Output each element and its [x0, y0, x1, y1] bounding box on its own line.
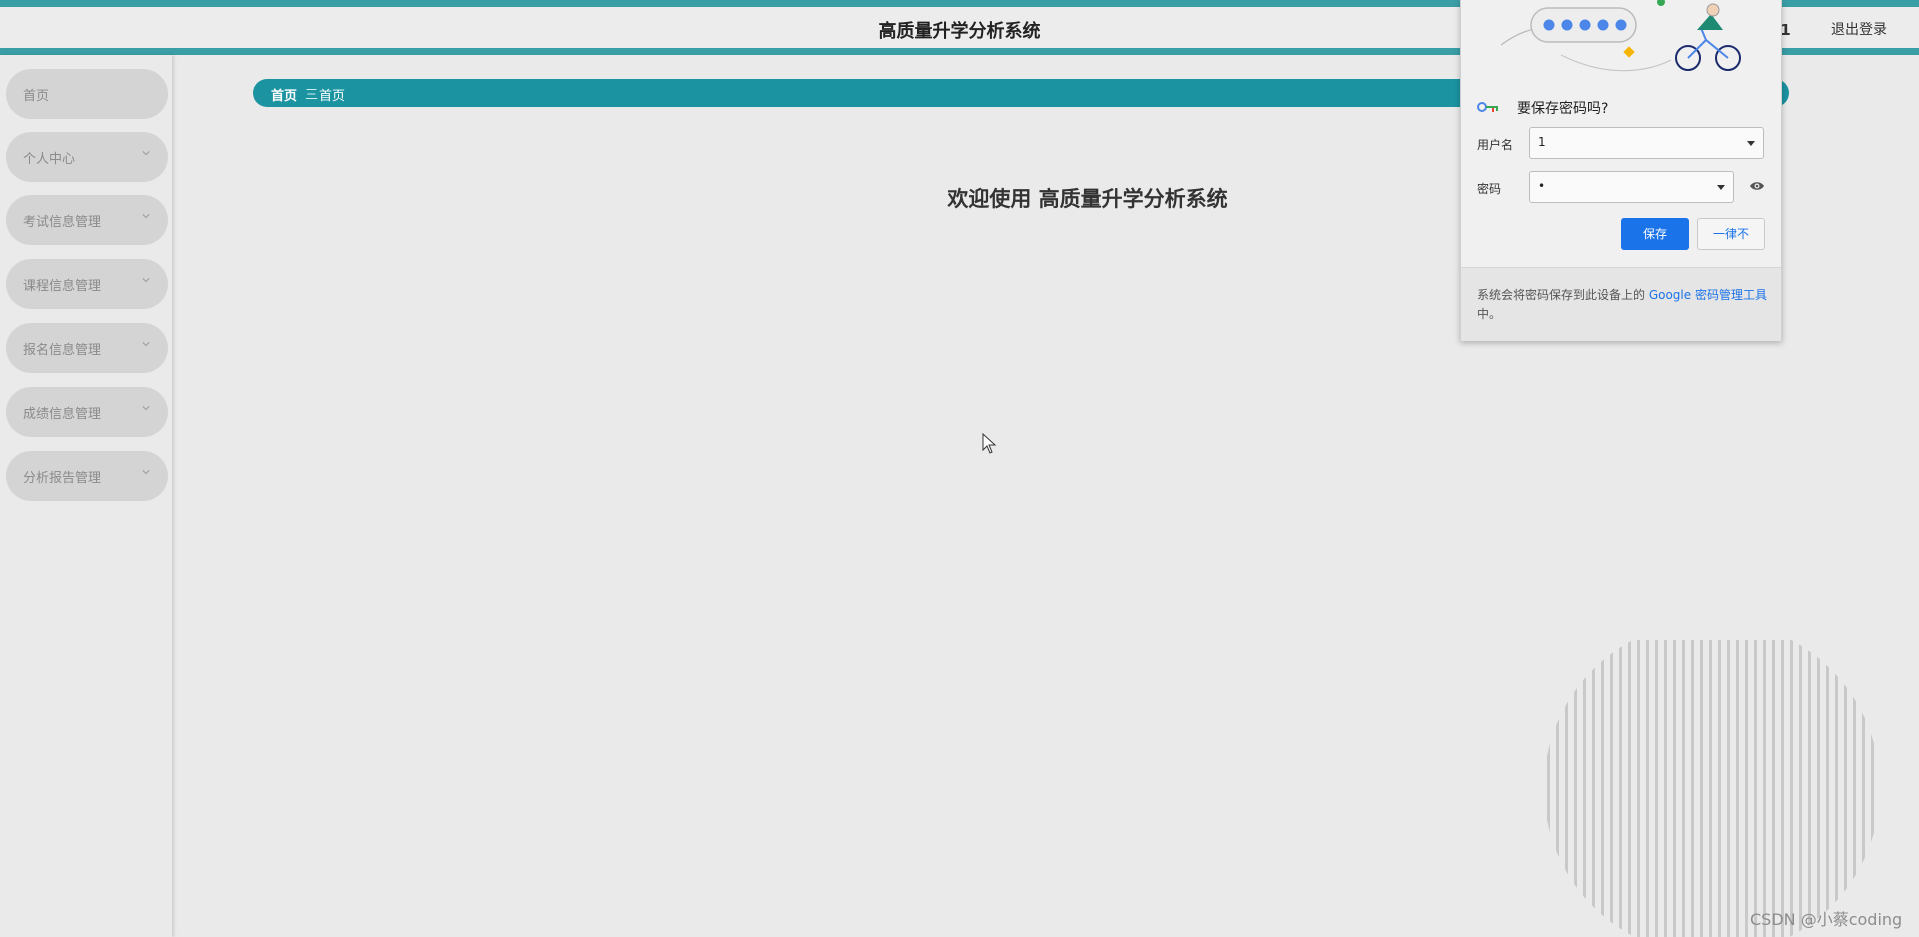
sidebar-item-label: 首页 — [23, 89, 50, 104]
chevron-down-icon — [142, 342, 150, 347]
sidebar-item-label: 考试信息管理 — [23, 215, 102, 230]
mouse-cursor-icon — [982, 433, 997, 454]
chevron-down-icon — [142, 151, 150, 156]
sidebar-item-registration-info[interactable]: 报名信息管理 — [6, 323, 168, 373]
dialog-footer-text: 系统会将密码保存到此设备上的 Google 密码管理工具中。 — [1477, 286, 1769, 324]
footer-text: 系统会将密码保存到此设备上的 — [1477, 288, 1649, 302]
sidebar-item-label: 课程信息管理 — [23, 279, 102, 294]
password-label: 密码 — [1477, 182, 1502, 196]
sidebar-item-personal-center[interactable]: 个人中心 — [6, 132, 168, 182]
sidebar-item-analysis-report[interactable]: 分析报告管理 — [6, 451, 168, 501]
sidebar-item-home[interactable]: 首页 — [6, 69, 168, 119]
eye-icon[interactable] — [1749, 180, 1765, 192]
sidebar-item-label: 成绩信息管理 — [23, 407, 102, 422]
key-icon — [1477, 102, 1498, 112]
password-illustration-icon — [1501, 0, 1741, 72]
dropdown-caret-icon — [1717, 185, 1725, 190]
username-select[interactable]: 1 — [1529, 127, 1764, 159]
logout-button[interactable]: 退出登录 — [1831, 19, 1887, 39]
dialog-title: 要保存密码吗? — [1517, 101, 1609, 117]
breadcrumb-separator: 三 — [305, 88, 319, 103]
chevron-down-icon — [142, 214, 150, 219]
breadcrumb-root-link[interactable]: 首页 — [271, 85, 297, 104]
chevron-down-icon — [142, 278, 150, 283]
password-value: • — [1538, 179, 1546, 193]
never-save-button[interactable]: 一律不 — [1697, 218, 1765, 250]
chevron-down-icon — [142, 406, 150, 411]
save-password-dialog: 要保存密码吗? 用户名 1 密码 • 保存 一律不 系统会将密码保存到此设备上的… — [1460, 0, 1782, 341]
sidebar-item-label: 个人中心 — [23, 152, 76, 167]
username-value: 1 — [1538, 135, 1546, 149]
chevron-down-icon — [142, 470, 150, 475]
sidebar-item-course-info[interactable]: 课程信息管理 — [6, 259, 168, 309]
footer-end-text: 中。 — [1477, 307, 1502, 321]
password-select[interactable]: • — [1529, 171, 1734, 203]
sidebar-item-label: 报名信息管理 — [23, 343, 102, 358]
save-password-button[interactable]: 保存 — [1621, 218, 1689, 250]
sidebar-item-label: 分析报告管理 — [23, 471, 102, 486]
password-manager-link[interactable]: Google 密码管理工具 — [1649, 288, 1767, 302]
username-label: 用户名 — [1477, 138, 1514, 152]
decorative-striped-circle — [1544, 640, 1880, 937]
csdn-watermark: CSDN @小蔡coding — [1750, 910, 1903, 929]
dropdown-caret-icon — [1747, 141, 1755, 146]
breadcrumb-current: 首页 — [319, 89, 346, 104]
sidebar-item-score-info[interactable]: 成绩信息管理 — [6, 387, 168, 437]
